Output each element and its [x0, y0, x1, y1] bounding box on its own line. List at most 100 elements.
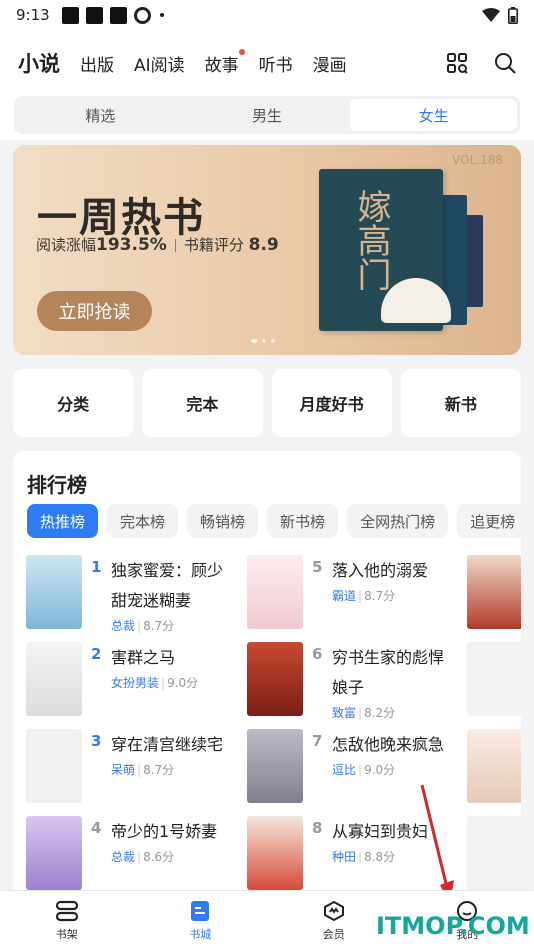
book-cover: [247, 816, 303, 890]
meta-separator: |: [358, 763, 363, 777]
book-title: 害群之马: [111, 648, 176, 667]
quick-link-monthly-picks[interactable]: 月度好书: [271, 369, 392, 437]
meta-separator: |: [137, 763, 142, 777]
segment-female[interactable]: 女生: [350, 99, 518, 131]
book-cover[interactable]: [467, 816, 521, 890]
banner-rating-label: 书籍评分: [183, 236, 244, 254]
rank-number: 4: [91, 819, 102, 837]
tab-novel[interactable]: 小说: [18, 48, 60, 78]
book-cover[interactable]: [467, 642, 521, 716]
segment-male[interactable]: 男生: [184, 99, 351, 131]
chip-bestseller[interactable]: 畅销榜: [187, 504, 259, 538]
tab-label: 听书: [258, 55, 293, 76]
ranking-book-item[interactable]: 3 穿在清宫继续宅 呆萌 | 8.7分: [26, 729, 246, 809]
book-score: 8.2分: [364, 706, 396, 720]
book-meta: 总裁 | 8.6分: [111, 848, 174, 865]
membership-icon: [323, 900, 344, 921]
book-meta: 致富 | 8.2分: [332, 704, 395, 721]
book-cover: [26, 555, 82, 629]
quick-links: 分类 完本 月度好书 新书: [13, 369, 521, 437]
book-score: 8.8分: [364, 850, 396, 864]
book-category: 呆萌: [111, 763, 136, 777]
rank-number: 6: [312, 645, 323, 663]
tab-publish[interactable]: 出版: [80, 51, 114, 76]
book-cover[interactable]: [467, 729, 521, 803]
book-category: 女扮男装: [111, 676, 160, 690]
carousel-indicator: [251, 339, 275, 343]
banner-cover-title: 嫁高门: [351, 189, 391, 291]
status-bar: 9:13: [0, 0, 534, 30]
quick-link-new-books[interactable]: 新书: [400, 369, 521, 437]
carousel-dot: [251, 339, 257, 343]
ranking-book-item[interactable]: 2 害群之马 女扮男装 | 9.0分: [26, 642, 246, 722]
aperture-icon: [133, 6, 151, 24]
book-score: 8.7分: [364, 589, 396, 603]
banner-divider: [174, 239, 176, 252]
status-time: 9:13: [16, 6, 50, 24]
bottom-tab-label: 书城: [189, 927, 212, 941]
book-cover[interactable]: [467, 555, 521, 629]
chip-following[interactable]: 追更榜: [457, 504, 521, 538]
chip-new[interactable]: 新书榜: [267, 504, 339, 538]
book-category: 逗比: [332, 763, 357, 777]
meta-separator: |: [358, 706, 363, 720]
carousel-dot: [271, 339, 275, 343]
book-meta: 呆萌 | 8.7分: [111, 761, 174, 778]
ranking-book-item[interactable]: 6 穷书生家的彪悍娘子 致富 | 8.2分: [247, 642, 467, 722]
book-meta: 女扮男装 | 9.0分: [111, 674, 198, 691]
chip-hot[interactable]: 热推榜: [27, 504, 99, 538]
rank-number: 2: [91, 645, 102, 663]
tab-story[interactable]: 故事: [205, 48, 245, 76]
tab-ai-reading[interactable]: AI阅读: [134, 51, 185, 76]
bottom-tab-bookshelf[interactable]: 书架: [0, 891, 134, 950]
book-title: 穷书生家的彪悍娘子: [332, 648, 445, 697]
carousel-dot: [262, 339, 266, 343]
notification-icon: [85, 6, 103, 24]
top-nav: 小说 出版 AI阅读 故事 听书 漫画: [0, 30, 534, 96]
new-dot-badge: [238, 48, 245, 55]
bookshelf-icon: [55, 900, 78, 921]
chip-completed[interactable]: 完本榜: [107, 504, 179, 538]
tab-audiobook[interactable]: 听书: [259, 51, 293, 76]
rank-number: 8: [312, 819, 323, 837]
ranking-title: 排行榜: [27, 473, 87, 497]
meta-separator: |: [161, 676, 166, 690]
banner-volume: VOL.188: [452, 153, 503, 167]
ranking-book-item[interactable]: 5 落入他的溺爱 霸道 | 8.7分: [247, 555, 467, 635]
chip-web-hot[interactable]: 全网热门榜: [347, 504, 449, 538]
quick-link-completed[interactable]: 完本: [142, 369, 263, 437]
bottom-tab-label: 会员: [322, 927, 345, 941]
book-cover: [26, 816, 82, 890]
book-meta: 总裁 | 8.7分: [111, 617, 174, 634]
book-score: 8.7分: [143, 619, 175, 633]
meta-separator: |: [358, 589, 363, 603]
tab-label: AI阅读: [134, 55, 185, 76]
wifi-icon: [482, 8, 500, 22]
tab-comic[interactable]: 漫画: [313, 51, 347, 76]
book-cover: [26, 642, 82, 716]
book-score: 8.7分: [143, 763, 175, 777]
quick-link-category[interactable]: 分类: [13, 369, 134, 437]
weekly-hot-banner[interactable]: VOL.188 一周热书 阅读涨幅193.5% 书籍评分 8.9 立即抢读 嫁高门: [13, 145, 521, 355]
banner-rating-value: 8.9: [248, 235, 279, 255]
ranking-chip-row: 热推榜 完本榜 畅销榜 新书榜 全网热门榜 追更榜: [27, 504, 521, 538]
ranking-book-item[interactable]: 4 帝少的1号娇妻 总裁 | 8.6分: [26, 816, 246, 896]
segment-featured[interactable]: 精选: [17, 99, 184, 131]
book-title: 帝少的1号娇妻: [111, 822, 218, 841]
book-meta: 逗比 | 9.0分: [332, 761, 395, 778]
bottom-tab-bookstore[interactable]: 书城: [134, 891, 268, 950]
book-cover: [247, 555, 303, 629]
grid-category-icon[interactable]: [446, 52, 468, 74]
tab-label: 出版: [80, 55, 114, 76]
ranking-book-item[interactable]: 1 独家蜜爱：顾少甜宠迷糊妻 总裁 | 8.7分: [26, 555, 246, 635]
book-cover: [247, 642, 303, 716]
book-score: 9.0分: [364, 763, 396, 777]
banner-book-cover-main: 嫁高门: [319, 169, 451, 331]
search-icon[interactable]: [494, 52, 516, 74]
bookstore-icon: [191, 900, 210, 921]
read-now-button[interactable]: 立即抢读: [37, 291, 152, 331]
book-score: 9.0分: [167, 676, 199, 690]
meta-separator: |: [137, 850, 142, 864]
tab-label: 漫画: [312, 55, 347, 76]
gender-segmented-control: 精选 男生 女生: [14, 96, 520, 134]
